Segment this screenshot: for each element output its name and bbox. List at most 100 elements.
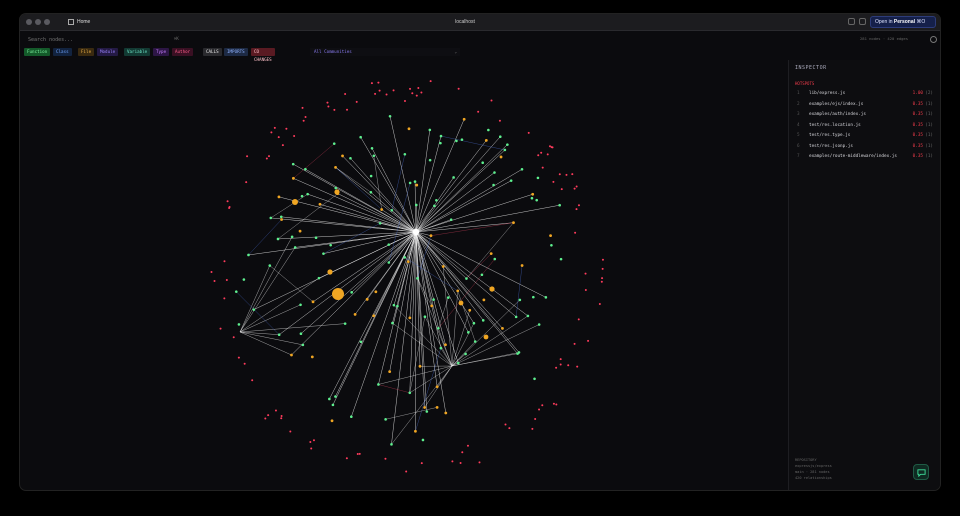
graph-node-author[interactable] — [223, 260, 226, 263]
graph-node-author[interactable] — [274, 409, 277, 412]
graph-node-author[interactable] — [548, 145, 551, 148]
graph-node-author[interactable] — [527, 131, 530, 134]
graph-node-author[interactable] — [577, 204, 580, 207]
graph-node-author[interactable] — [552, 180, 555, 183]
graph-node-file[interactable] — [310, 355, 314, 359]
graph-node-author[interactable] — [420, 462, 423, 465]
hotspot-row[interactable]: 3 examples/auth/index.js 0.35 (1) — [795, 110, 935, 119]
graph-node-author[interactable] — [490, 99, 493, 102]
graph-node-function[interactable] — [403, 256, 407, 259]
graph-node-file[interactable] — [441, 265, 445, 268]
graph-node-author[interactable] — [344, 92, 347, 95]
graph-node-file[interactable] — [415, 183, 419, 187]
graph-node-author[interactable] — [302, 119, 305, 122]
graph-node-function[interactable] — [390, 443, 393, 446]
graph-node-function[interactable] — [332, 142, 336, 145]
graph-node-author[interactable] — [461, 451, 464, 454]
graph-node-author[interactable] — [577, 318, 580, 321]
graph-node-author[interactable] — [280, 417, 283, 420]
graph-node-author[interactable] — [598, 302, 601, 305]
graph-node-function[interactable] — [456, 361, 460, 365]
graph-node-function[interactable] — [455, 139, 458, 143]
graph-node-function[interactable] — [408, 181, 412, 185]
graph-node-function[interactable] — [234, 290, 238, 293]
graph-node-author[interactable] — [245, 181, 248, 184]
graph-node-function[interactable] — [452, 176, 455, 179]
graph-node-file[interactable] — [423, 406, 427, 409]
graph-node-function[interactable] — [414, 203, 418, 207]
graph-node-function[interactable] — [439, 134, 443, 138]
graph-node-author[interactable] — [281, 144, 284, 147]
graph-node-author[interactable] — [504, 423, 507, 426]
graph-node-author[interactable] — [571, 173, 574, 176]
graph-node-author[interactable] — [358, 452, 361, 455]
graph-node-file[interactable] — [406, 260, 410, 264]
graph-node-author[interactable] — [601, 277, 604, 280]
graph-node-author[interactable] — [601, 267, 604, 270]
graph-node-file[interactable] — [468, 308, 472, 312]
graph-node-author[interactable] — [478, 461, 481, 464]
graph-node-function[interactable] — [314, 236, 318, 240]
graph-node-function[interactable] — [343, 322, 347, 325]
graph-node-author[interactable] — [327, 105, 330, 108]
graph-node-function[interactable] — [290, 235, 294, 239]
graph-node-file[interactable] — [462, 117, 466, 121]
graph-node-author[interactable] — [420, 91, 423, 94]
graph-node-function[interactable] — [559, 257, 563, 261]
graph-hub-node[interactable] — [334, 189, 340, 195]
graph-node-author[interactable] — [301, 106, 304, 109]
graph-node-author[interactable] — [551, 146, 554, 149]
graph-node-author[interactable] — [289, 430, 292, 433]
graph-node-function[interactable] — [247, 253, 250, 257]
graph-node-function[interactable] — [439, 141, 442, 145]
graph-node-file[interactable] — [435, 385, 439, 389]
graph-node-author[interactable] — [587, 339, 590, 342]
minimize-window-icon[interactable] — [35, 19, 41, 25]
graph-node-file[interactable] — [353, 312, 357, 316]
graph-hub-node[interactable] — [327, 269, 333, 275]
graph-node-function[interactable] — [493, 257, 497, 261]
graph-node-author[interactable] — [601, 258, 604, 261]
graph-node-author[interactable] — [567, 364, 570, 367]
graph-node-author[interactable] — [537, 154, 540, 157]
hotspot-row[interactable]: 7 examples/route-middleware/index.js 0.35(… — [795, 152, 935, 161]
graph-node-author[interactable] — [538, 408, 541, 411]
graph-node-author[interactable] — [228, 206, 231, 209]
graph-node-author[interactable] — [405, 470, 408, 473]
graph-node-function[interactable] — [378, 221, 382, 225]
graph-node-author[interactable] — [477, 110, 480, 113]
graph-node-file[interactable] — [292, 176, 295, 180]
graph-hub-node[interactable] — [292, 199, 298, 205]
graph-node-file[interactable] — [407, 127, 411, 131]
hotspot-row[interactable]: 2 examples/ejs/index.js 0.35 (1) — [795, 100, 935, 109]
graph-node-author[interactable] — [237, 356, 240, 359]
graph-node-author[interactable] — [265, 157, 268, 160]
graph-hub-node[interactable] — [483, 334, 489, 340]
graph-node-author[interactable] — [264, 417, 267, 420]
graph-node-author[interactable] — [429, 80, 432, 83]
graph-node-function[interactable] — [350, 415, 353, 419]
graph-node-function[interactable] — [384, 418, 387, 421]
graph-node-author[interactable] — [457, 87, 460, 90]
graph-node-author[interactable] — [573, 187, 576, 190]
graph-node-author[interactable] — [415, 94, 418, 97]
graph-node-author[interactable] — [384, 457, 387, 460]
graph-node-author[interactable] — [565, 173, 568, 176]
graph-node-function[interactable] — [322, 252, 325, 255]
graph-node-function[interactable] — [413, 180, 417, 183]
graph-node-function[interactable] — [392, 303, 396, 307]
graph-node-function[interactable] — [550, 243, 553, 247]
graph-node-function[interactable] — [439, 346, 443, 350]
graph-node-file[interactable] — [330, 419, 334, 423]
graph-node-file[interactable] — [372, 314, 376, 318]
graph-node-function[interactable] — [536, 176, 540, 180]
graph-node-function[interactable] — [428, 158, 432, 162]
graph-node-function[interactable] — [359, 135, 362, 139]
graph-node-author[interactable] — [508, 427, 511, 430]
graph-node-function[interactable] — [387, 243, 391, 246]
hotspot-row[interactable]: 4 test/res.location.js 0.35 (1) — [795, 121, 935, 130]
graph-node-author[interactable] — [559, 363, 562, 366]
graph-node-author[interactable] — [273, 126, 276, 129]
graph-node-author[interactable] — [277, 136, 280, 139]
graph-node-file[interactable] — [456, 289, 460, 293]
